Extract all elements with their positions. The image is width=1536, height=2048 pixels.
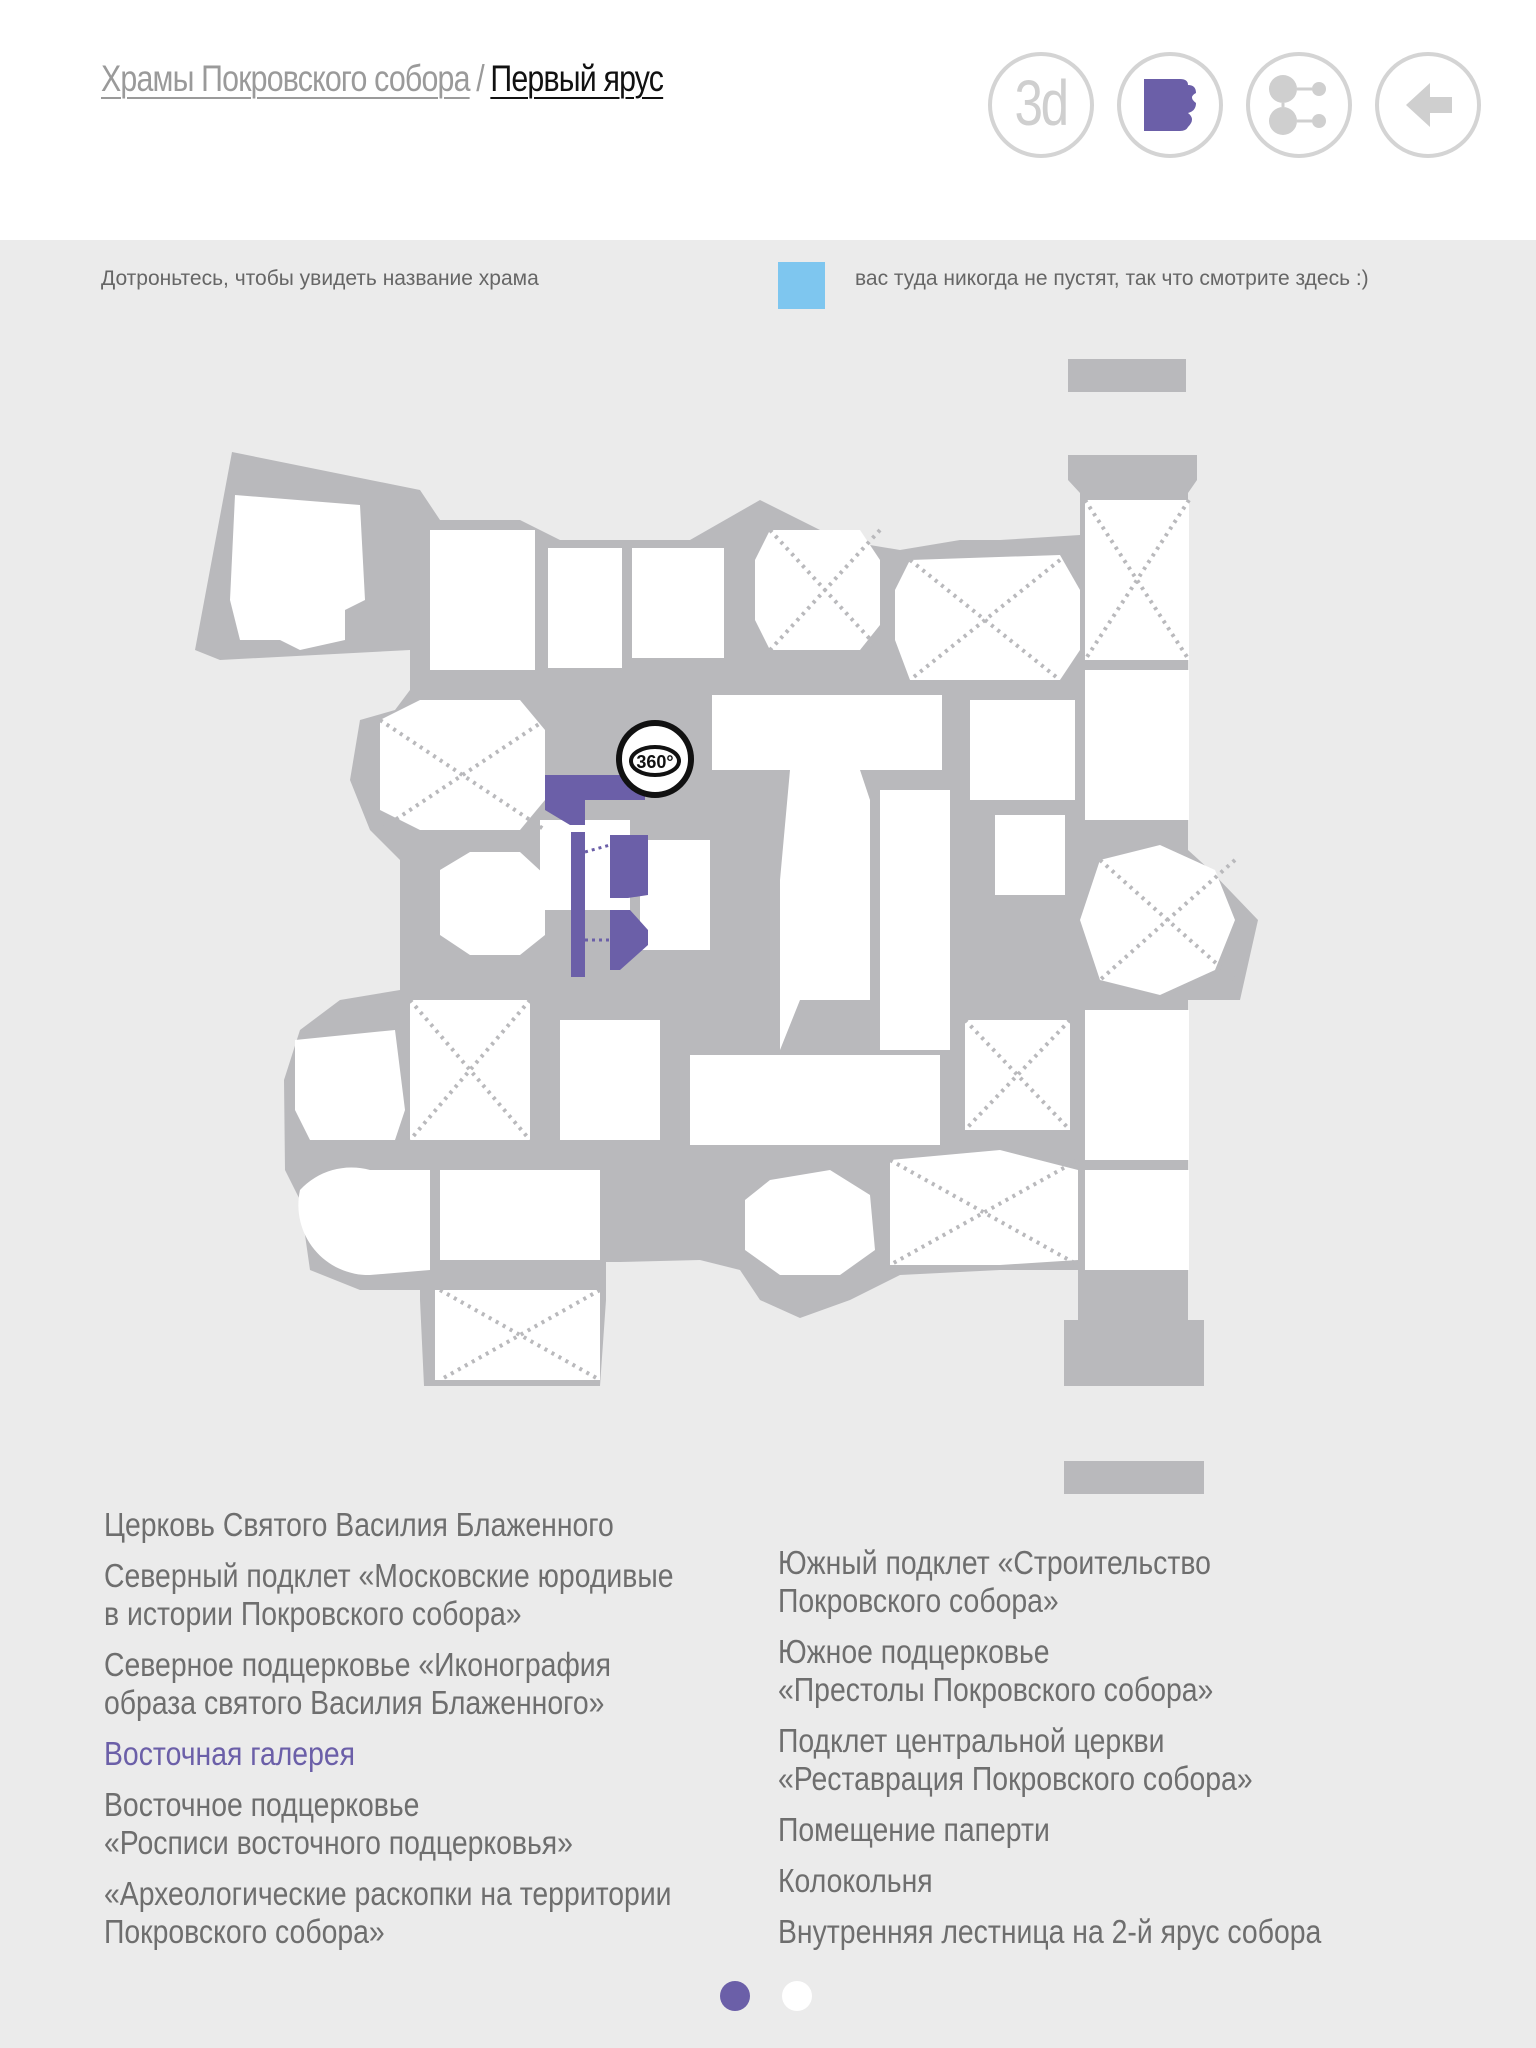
room-item-active[interactable]: Восточная галерея <box>104 1735 689 1773</box>
room-item[interactable]: Внутренняя лестница на 2-й ярус собора <box>778 1913 1363 1951</box>
room-item[interactable]: Южное подцерковье «Престолы Покровского … <box>778 1633 1363 1709</box>
room-item[interactable]: Церковь Святого Василия Блаженного <box>104 1506 689 1544</box>
panorama-360-marker[interactable]: 360° <box>616 720 694 798</box>
page-dot-1-active[interactable] <box>720 1981 750 2011</box>
room-item[interactable]: Северное подцерковье «Иконография образа… <box>104 1646 689 1722</box>
panorama-360-label: 360° <box>636 752 673 772</box>
room-item[interactable]: «Археологические раскопки на территории … <box>104 1875 689 1951</box>
room-item[interactable]: Помещение паперти <box>778 1811 1363 1849</box>
room-item[interactable]: Северный подклет «Московские юродивые в … <box>104 1557 689 1633</box>
room-item[interactable]: Колокольня <box>778 1862 1363 1900</box>
rooms-list-left: Церковь Святого Василия Блаженного Север… <box>104 1506 724 1964</box>
rooms-list-right: Южный подклет «Строительство Покровского… <box>778 1544 1398 1964</box>
room-item[interactable]: Восточное подцерковье «Росписи восточног… <box>104 1786 689 1862</box>
floor-plan-map[interactable]: 360° <box>0 0 1536 1530</box>
page-dot-2[interactable] <box>782 1981 812 2011</box>
room-item[interactable]: Подклет центральной церкви «Реставрация … <box>778 1722 1363 1798</box>
room-item[interactable]: Южный подклет «Строительство Покровского… <box>778 1544 1363 1620</box>
